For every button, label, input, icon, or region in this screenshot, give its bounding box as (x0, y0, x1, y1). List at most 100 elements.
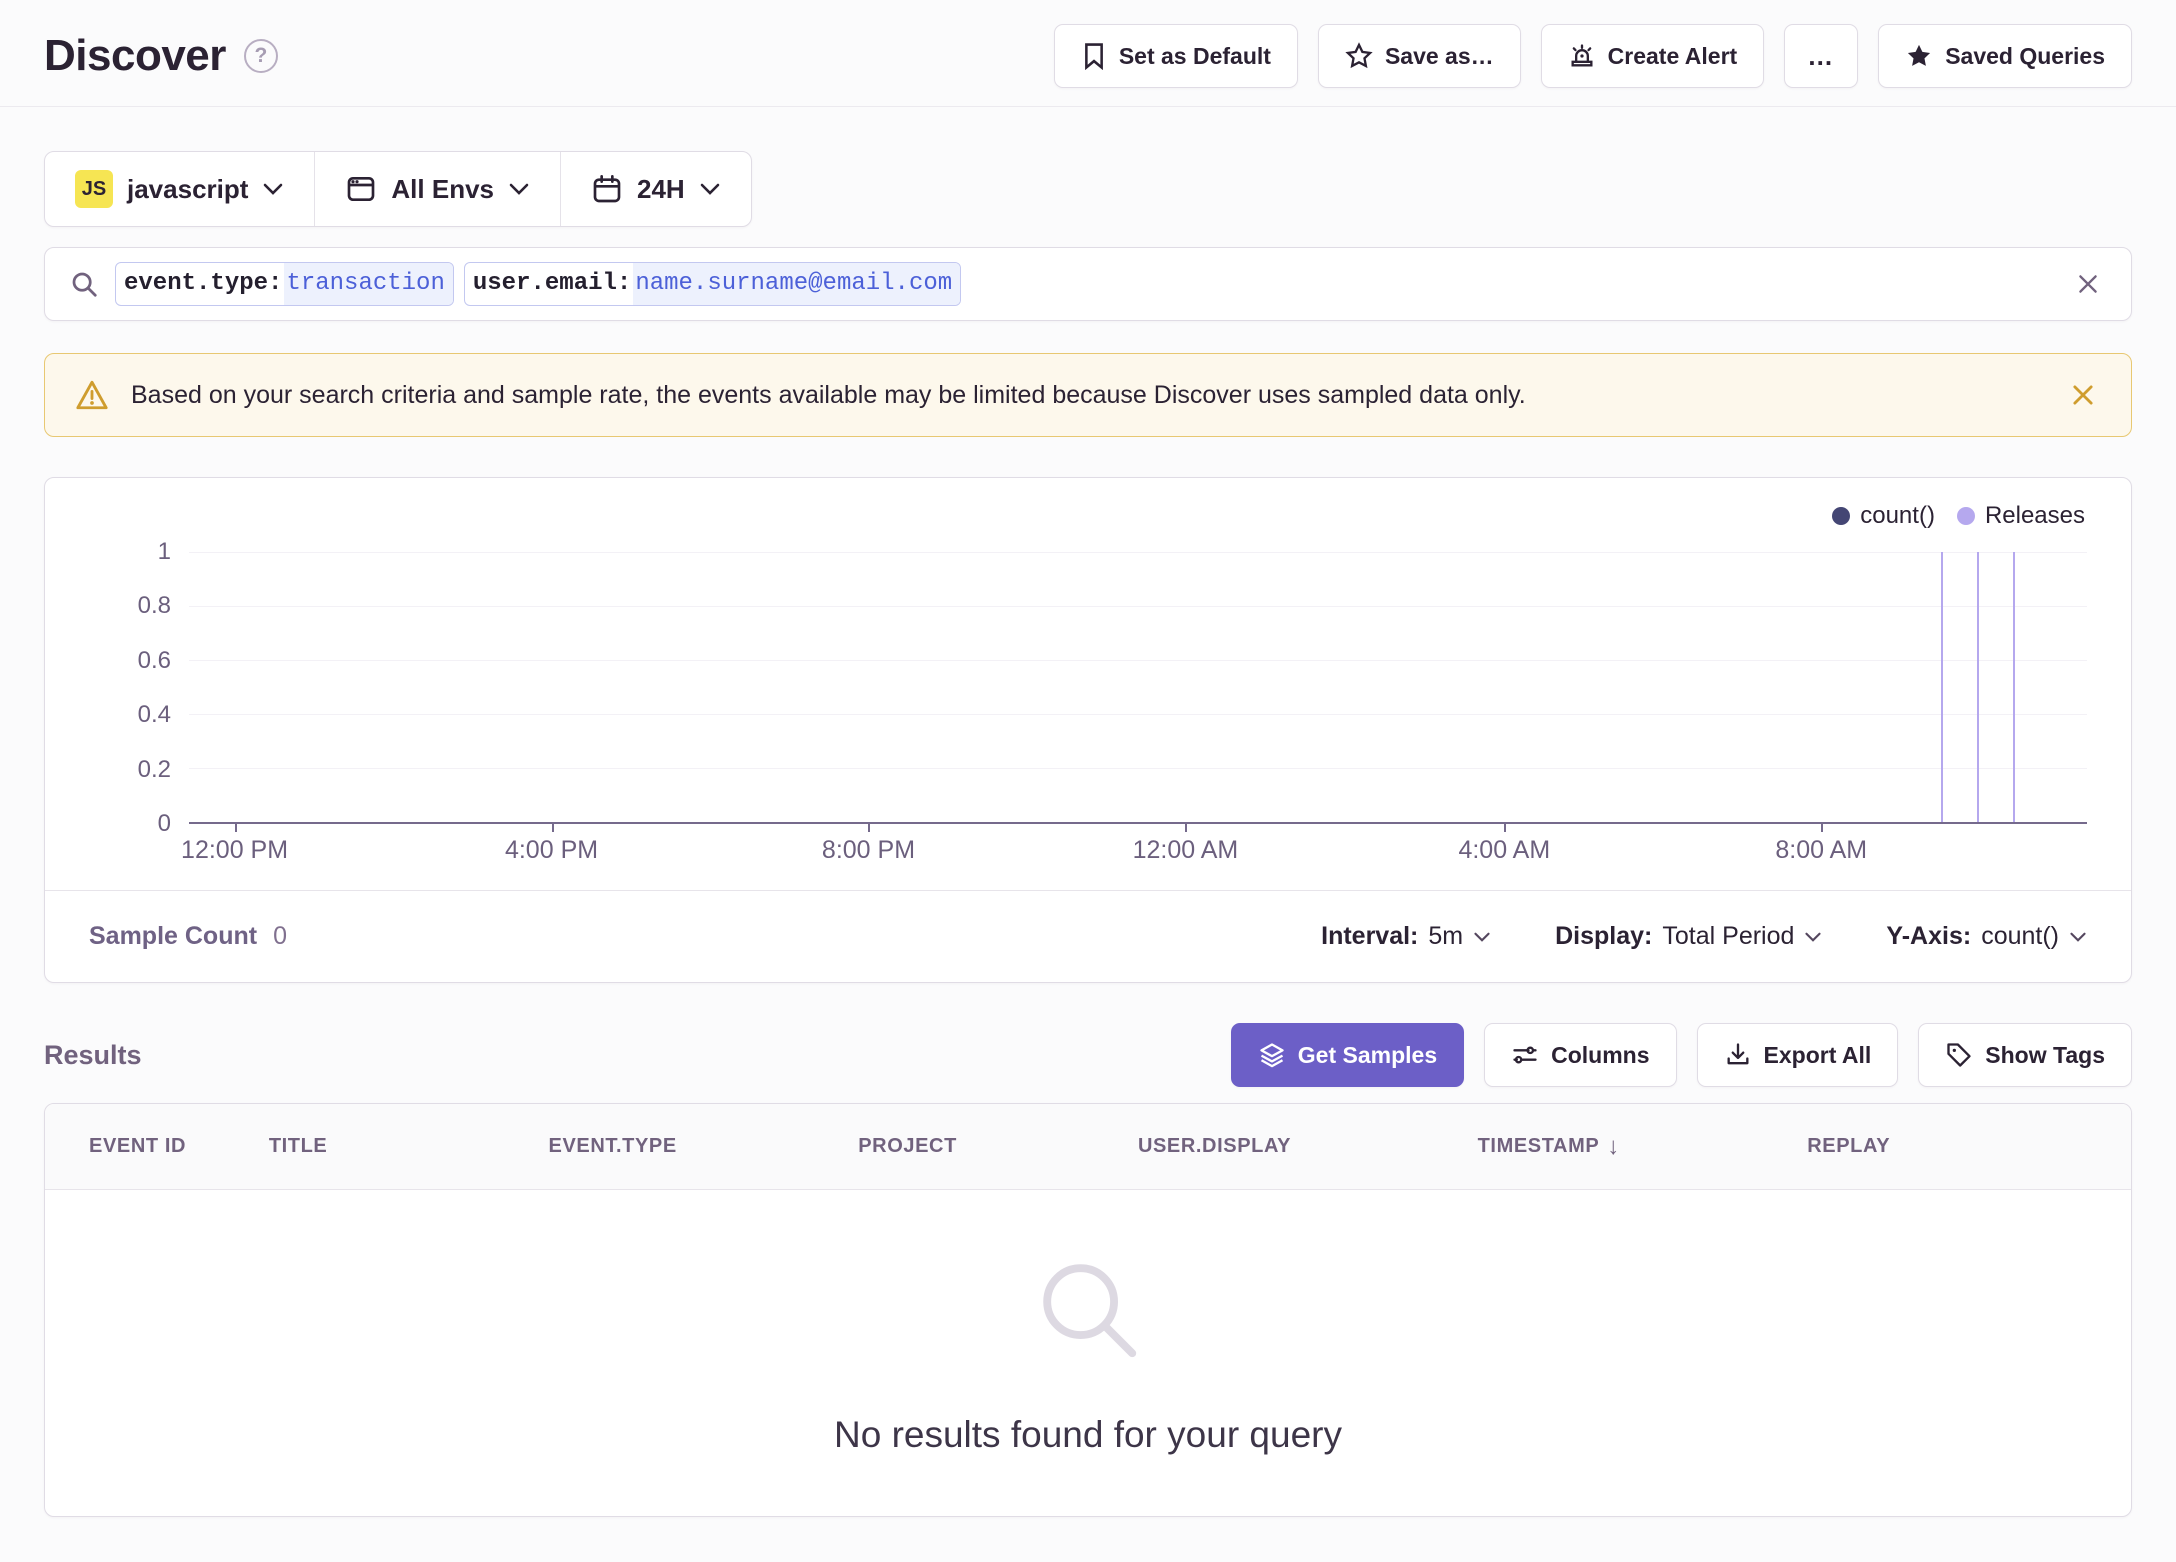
releases-series-dot-icon (1956, 507, 1975, 525)
gridline (189, 768, 2087, 769)
gridline (189, 606, 2087, 607)
window-icon (345, 173, 377, 205)
page-title: Discover (44, 31, 226, 80)
x-axis-tick-label: 8:00 AM (1775, 836, 1868, 864)
legend-count[interactable]: count() (1832, 502, 1935, 530)
x-axis-tick-mark (1185, 824, 1188, 832)
y-axis-tick-label: 0.6 (137, 646, 171, 674)
chevron-down-icon (1804, 931, 1822, 943)
column-header-title[interactable]: TITLE (269, 1135, 549, 1158)
y-axis-dropdown[interactable]: Y-Axis: count() (1886, 922, 2087, 951)
warning-triangle-icon (75, 379, 109, 411)
javascript-platform-icon: JS (75, 170, 113, 208)
results-toolbar: Results Get Samples Columns Export All S… (44, 1023, 2132, 1087)
search-token[interactable]: event.type: transaction (115, 262, 454, 306)
chevron-down-icon (699, 182, 721, 196)
results-table: EVENT ID TITLE EVENT.TYPE PROJECT USER.D… (44, 1103, 2132, 1517)
sort-descending-icon: ↓ (1607, 1132, 1620, 1160)
results-heading: Results (44, 1039, 142, 1070)
x-axis-tick-label: 4:00 AM (1458, 836, 1551, 864)
bookmark-icon (1081, 42, 1107, 70)
page-header: Discover ? Set as Default Save as… Creat… (0, 0, 2176, 107)
calendar-icon (591, 173, 623, 205)
chart-x-axis-labels: 12:00 PM 4:00 PM 8:00 PM 12:00 AM 4:00 AM 8:0… (181, 836, 2087, 884)
layers-icon (1258, 1041, 1286, 1069)
gridline (189, 552, 2087, 553)
environment-filter[interactable]: All Envs (314, 152, 560, 226)
column-header-event-id[interactable]: EVENT ID (89, 1135, 269, 1158)
tag-icon (1945, 1041, 1973, 1069)
x-axis-tick-label: 12:00 PM (181, 836, 289, 864)
sampled-data-warning-banner: Based on your search criteria and sample… (44, 353, 2132, 437)
display-dropdown[interactable]: Display: Total Period (1555, 922, 1822, 951)
y-axis-tick-label: 0.8 (137, 592, 171, 620)
chevron-down-icon (1473, 931, 1491, 943)
create-alert-button[interactable]: Create Alert (1540, 24, 1765, 88)
clear-search-icon[interactable] (2069, 265, 2107, 303)
star-outline-icon (1345, 42, 1373, 70)
x-axis-tick-mark (1821, 824, 1824, 832)
environment-filter-label: All Envs (391, 173, 494, 204)
ellipsis-icon: … (1807, 40, 1836, 71)
save-as-button[interactable]: Save as… (1317, 24, 1521, 88)
count-series-dot-icon (1832, 507, 1851, 525)
dismiss-banner-icon[interactable] (2065, 377, 2101, 413)
y-axis-tick-label: 0 (157, 810, 171, 837)
chart-y-axis-labels: 0 0.2 0.4 0.6 0.8 1 (89, 538, 189, 837)
chart-footer: Sample Count 0 Interval: 5m Display: Tot… (45, 890, 2131, 982)
x-axis-tick-label: 12:00 AM (1132, 836, 1239, 864)
x-axis-tick-label: 8:00 PM (821, 836, 916, 864)
chevron-down-icon (508, 182, 530, 196)
interval-dropdown[interactable]: Interval: 5m (1321, 922, 1491, 951)
column-header-replay[interactable]: REPLAY (1807, 1135, 2087, 1158)
chevron-down-icon (2069, 931, 2087, 943)
x-axis-tick-mark (551, 824, 554, 832)
set-as-default-button[interactable]: Set as Default (1053, 24, 1298, 88)
sample-count-label: Sample Count (89, 922, 258, 950)
y-axis-tick-label: 0.4 (137, 701, 171, 729)
chevron-down-icon (262, 182, 284, 196)
show-tags-button[interactable]: Show Tags (1918, 1023, 2132, 1087)
time-range-filter[interactable]: 24H (560, 152, 751, 226)
chart-plot-area[interactable] (189, 552, 2087, 832)
saved-queries-button[interactable]: Saved Queries (1878, 24, 2132, 88)
release-marker-line[interactable] (1940, 552, 1943, 822)
search-token[interactable]: user.email: name.surname@email.com (463, 262, 962, 306)
x-axis-tick-mark (1504, 824, 1507, 832)
column-header-project[interactable]: PROJECT (858, 1135, 1138, 1158)
project-filter[interactable]: JS javascript (45, 152, 314, 226)
star-filled-icon (1905, 42, 1933, 70)
export-all-button[interactable]: Export All (1696, 1023, 1899, 1087)
header-actions: Set as Default Save as… Create Alert … S… (1053, 24, 2132, 88)
sliders-icon (1511, 1041, 1539, 1069)
search-icon (69, 269, 99, 299)
warning-text: Based on your search criteria and sample… (131, 380, 1526, 409)
release-marker-line[interactable] (2012, 552, 2015, 822)
chart-legend: count() Releases (1832, 502, 2085, 530)
search-bar[interactable]: event.type: transaction user.email: name.s… (44, 247, 2132, 321)
y-axis-tick-label: 0.2 (137, 755, 171, 783)
help-icon[interactable]: ? (243, 39, 278, 73)
empty-search-icon (1029, 1250, 1147, 1368)
legend-releases[interactable]: Releases (1956, 502, 2085, 530)
results-empty-state: No results found for your query (45, 1190, 2131, 1516)
x-axis-tick-mark (234, 824, 237, 832)
download-icon (1724, 1041, 1752, 1069)
gridline (189, 660, 2087, 661)
sample-count-value: 0 (273, 922, 287, 950)
y-axis-tick-label: 1 (157, 538, 171, 565)
time-range-label: 24H (637, 173, 685, 204)
get-samples-button[interactable]: Get Samples (1230, 1023, 1465, 1087)
empty-state-message: No results found for your query (834, 1414, 1342, 1455)
column-header-event-type[interactable]: EVENT.TYPE (549, 1135, 859, 1158)
project-filter-label: javascript (127, 173, 249, 204)
columns-button[interactable]: Columns (1484, 1023, 1677, 1087)
search-input[interactable]: event.type: transaction user.email: name.s… (115, 262, 2053, 306)
results-table-header: EVENT ID TITLE EVENT.TYPE PROJECT USER.D… (45, 1104, 2131, 1190)
column-header-timestamp[interactable]: TIMESTAMP ↓ (1478, 1133, 1808, 1161)
column-header-user-display[interactable]: USER.DISPLAY (1138, 1135, 1478, 1158)
events-chart-panel: count() Releases 0 0.2 0.4 0.6 0.8 1 12:00 PM… (44, 477, 2132, 983)
page-filter-bar: JS javascript All Envs 24H (44, 151, 752, 227)
more-options-button[interactable]: … (1784, 24, 1859, 88)
release-marker-line[interactable] (1976, 552, 1979, 822)
